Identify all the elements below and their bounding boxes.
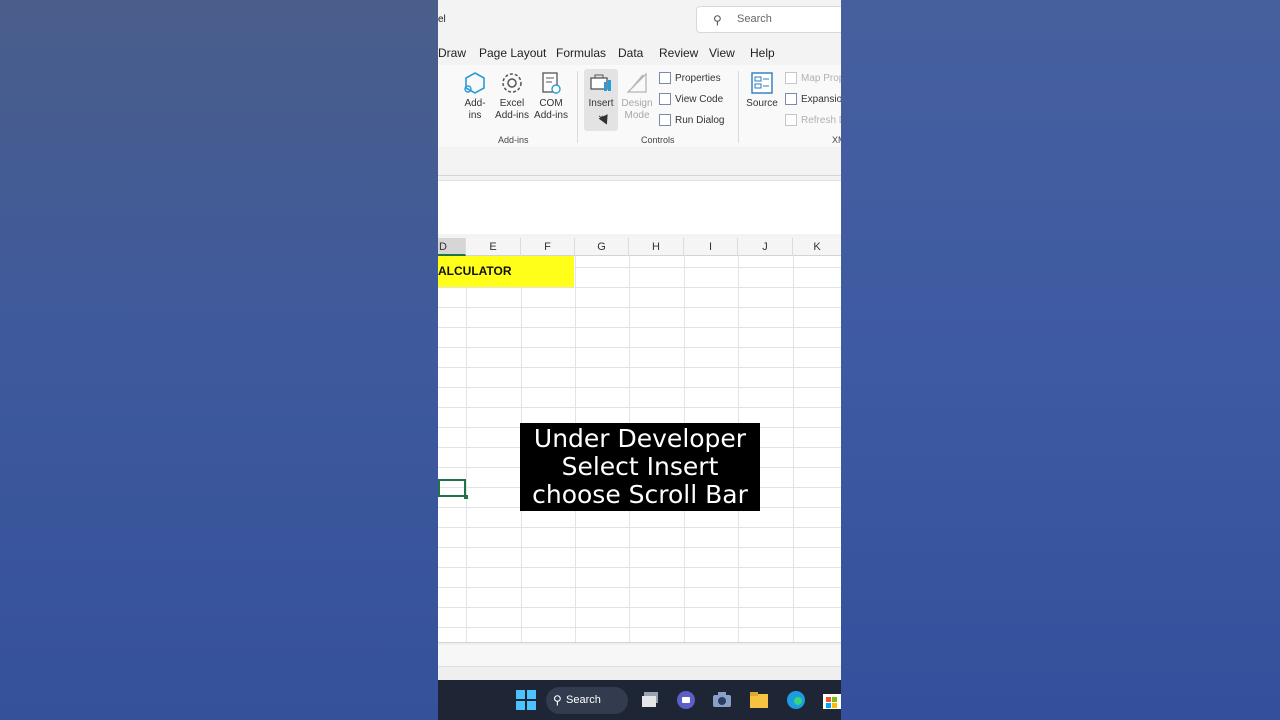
file-explorer-icon[interactable] bbox=[748, 689, 770, 711]
title-bar: el ⚲ Search bbox=[438, 0, 841, 40]
design-mode-button[interactable]: Design Mode bbox=[620, 71, 654, 122]
teams-chat-icon[interactable] bbox=[675, 689, 697, 711]
group-label-xml: XM bbox=[832, 135, 841, 145]
column-header-d[interactable]: D bbox=[438, 238, 466, 256]
column-header-i[interactable]: I bbox=[684, 238, 738, 256]
toolbox-icon bbox=[590, 74, 611, 91]
insert-control-button[interactable]: Insert ⌄ bbox=[584, 71, 618, 122]
excel-add-ins-button[interactable]: Excel Add-ins bbox=[493, 71, 531, 122]
tab-formulas[interactable]: Formulas bbox=[556, 46, 606, 60]
view-code-button[interactable]: View Code bbox=[659, 93, 723, 105]
expansion-packs-button[interactable]: Expansio bbox=[785, 93, 841, 105]
document-gear-icon bbox=[542, 72, 561, 94]
column-headers: D E F G H I J K bbox=[438, 238, 841, 256]
excel-window: el ⚲ Search Draw Page Layout Formulas Da… bbox=[438, 0, 841, 720]
properties-icon bbox=[659, 72, 671, 84]
column-header-k[interactable]: K bbox=[793, 238, 841, 256]
search-icon: ⚲ bbox=[553, 693, 562, 707]
tab-page-layout[interactable]: Page Layout bbox=[479, 46, 546, 60]
group-separator bbox=[738, 71, 739, 143]
ribbon-bottom-strip bbox=[438, 148, 841, 176]
tab-review[interactable]: Review bbox=[659, 46, 698, 60]
search-placeholder: Search bbox=[737, 13, 772, 25]
grid-line bbox=[793, 256, 794, 642]
column-header-f[interactable]: F bbox=[521, 238, 575, 256]
group-label-add-ins: Add-ins bbox=[498, 135, 529, 145]
app-title: el bbox=[438, 14, 446, 25]
tab-help[interactable]: Help bbox=[750, 46, 775, 60]
camera-icon[interactable] bbox=[711, 689, 733, 711]
caption-line: choose Scroll Bar bbox=[532, 480, 748, 509]
taskbar-search-button[interactable]: ⚲ Search bbox=[546, 687, 628, 714]
sheet-tab-strip bbox=[438, 645, 841, 667]
tab-data[interactable]: Data bbox=[618, 46, 643, 60]
tab-view[interactable]: View bbox=[709, 46, 735, 60]
tab-draw[interactable]: Draw bbox=[438, 46, 466, 60]
ribbon: Add- ins Excel Add-ins COM Add-ins Add-i… bbox=[438, 65, 841, 147]
group-separator bbox=[577, 71, 578, 143]
edge-browser-icon[interactable] bbox=[785, 689, 807, 711]
search-icon: ⚲ bbox=[713, 13, 722, 27]
ribbon-tabs: Draw Page Layout Formulas Data Review Vi… bbox=[438, 43, 841, 63]
properties-button[interactable]: Properties bbox=[659, 72, 721, 84]
column-header-j[interactable]: J bbox=[738, 238, 793, 256]
column-header-e[interactable]: E bbox=[466, 238, 521, 256]
column-header-h[interactable]: H bbox=[629, 238, 684, 256]
map-properties-button[interactable]: Map Prop bbox=[785, 72, 841, 84]
expansion-packs-icon bbox=[785, 93, 797, 105]
gear-icon bbox=[502, 73, 522, 93]
ruler-pencil-icon bbox=[626, 72, 647, 93]
hexagon-icon bbox=[464, 72, 485, 94]
add-ins-button[interactable]: Add- ins bbox=[460, 71, 490, 122]
grid-line bbox=[466, 256, 467, 642]
formula-area[interactable] bbox=[438, 180, 841, 234]
calculator-title-cell[interactable]: ALCULATOR bbox=[438, 256, 574, 287]
windows-start-icon[interactable] bbox=[515, 689, 537, 711]
xml-source-button[interactable]: Source bbox=[744, 71, 780, 110]
caption-line: Under Developer bbox=[533, 424, 747, 453]
refresh-data-button[interactable]: Refresh D bbox=[785, 114, 841, 126]
caption-line: Select Insert bbox=[561, 452, 719, 481]
group-label-controls: Controls bbox=[641, 135, 675, 145]
background-right bbox=[841, 0, 1280, 720]
tutorial-caption: Under Developer Select Insert choose Scr… bbox=[520, 423, 760, 511]
run-dialog-button[interactable]: Run Dialog bbox=[659, 114, 724, 126]
map-properties-icon bbox=[785, 72, 797, 84]
windows-taskbar: ⚲ Search bbox=[438, 680, 841, 720]
column-header-g[interactable]: G bbox=[575, 238, 629, 256]
view-code-icon bbox=[659, 93, 671, 105]
status-bar bbox=[438, 642, 841, 680]
store-icon[interactable] bbox=[821, 689, 841, 711]
active-cell-selection[interactable] bbox=[438, 479, 468, 499]
com-add-ins-button[interactable]: COM Add-ins bbox=[533, 71, 569, 122]
run-dialog-icon bbox=[659, 114, 671, 126]
task-view-icon[interactable] bbox=[640, 689, 662, 711]
xml-source-icon bbox=[751, 72, 773, 94]
background-left bbox=[0, 0, 438, 720]
search-box[interactable]: ⚲ Search bbox=[696, 6, 841, 33]
refresh-data-icon bbox=[785, 114, 797, 126]
